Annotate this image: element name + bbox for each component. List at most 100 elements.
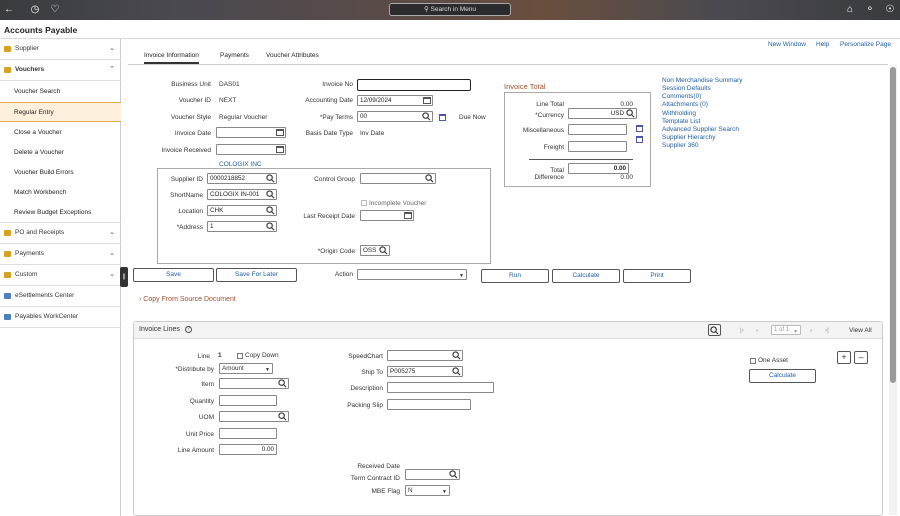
copy-down-checkbox[interactable] [237, 353, 243, 359]
action-select[interactable]: ▼ [357, 269, 467, 280]
one-asset-checkbox[interactable] [750, 358, 756, 364]
back-icon[interactable]: ← [2, 3, 16, 17]
copy-from-source-toggle[interactable]: › Copy From Source Document [139, 296, 236, 303]
freight-field[interactable] [568, 141, 627, 152]
print-button[interactable]: Print [623, 269, 691, 283]
search-icon[interactable] [422, 112, 431, 121]
miscellaneous-field[interactable] [568, 124, 627, 135]
sidebar-item-review-budget-exceptions[interactable]: Review Budget Exceptions [0, 203, 121, 223]
find-in-grid-button[interactable] [708, 324, 721, 336]
calculate-button[interactable]: Calculate [552, 269, 620, 283]
tab-payments[interactable]: Payments [220, 52, 249, 59]
save-button[interactable]: Save [133, 268, 214, 282]
search-icon[interactable] [626, 109, 635, 118]
supplier-360-link[interactable]: Supplier 360 [662, 142, 699, 149]
invoice-received-field[interactable] [216, 144, 286, 155]
unit-price-field[interactable] [219, 428, 277, 439]
sidebar-group-supplier[interactable]: Supplier ⌄ [0, 39, 121, 60]
line-calculate-button[interactable]: Calculate [749, 369, 816, 383]
personalize-page-link[interactable]: Personalize Page [840, 41, 891, 48]
run-button[interactable]: Run [481, 269, 549, 283]
next-page-icon[interactable]: › [810, 327, 812, 334]
history-icon[interactable]: ◷ [28, 3, 42, 17]
ship-to-field[interactable]: P005275 [387, 366, 463, 377]
favorites-icon[interactable]: ♡ [48, 3, 62, 17]
search-icon[interactable] [449, 470, 458, 479]
save-for-later-button[interactable]: Save For Later [216, 268, 297, 282]
incomplete-voucher-checkbox[interactable] [361, 200, 367, 206]
search-icon[interactable] [266, 190, 275, 199]
tab-voucher-attributes[interactable]: Voucher Attributes [266, 52, 319, 59]
quantity-field[interactable] [219, 395, 277, 406]
search-icon[interactable] [425, 174, 434, 183]
search-icon[interactable] [278, 379, 287, 388]
scrollbar-thumb[interactable] [890, 67, 896, 383]
first-page-icon[interactable]: |‹ [740, 327, 744, 334]
packing-slip-field[interactable] [387, 399, 471, 410]
supplier-hierarchy-link[interactable]: Supplier Hierarchy [662, 134, 715, 141]
pay-terms-calendar-icon[interactable] [439, 114, 446, 121]
origin-code-field[interactable]: OSS [360, 245, 390, 256]
item-field[interactable] [219, 378, 289, 389]
comments-link[interactable]: Comments(0) [662, 93, 701, 100]
location-field[interactable]: CHK [207, 205, 277, 216]
sidebar-item-voucher-build-errors[interactable]: Voucher Build Errors [0, 163, 121, 183]
search-icon[interactable] [379, 246, 388, 255]
calendar-icon[interactable] [423, 97, 431, 104]
tab-invoice-information[interactable]: Invoice Information [144, 52, 199, 64]
attachments-link[interactable]: Attachments (0) [662, 101, 708, 108]
supplier-id-field[interactable]: 0000218852 [207, 173, 277, 184]
search-icon[interactable] [452, 367, 461, 376]
search-menu-input[interactable]: ⚲ Search in Menu [389, 3, 511, 16]
view-all-link[interactable]: View All [849, 327, 872, 334]
currency-field[interactable]: USD [568, 108, 637, 119]
supplier-name-link[interactable]: COLOGIX INC [219, 161, 262, 168]
withholding-link[interactable]: Withholding [662, 110, 696, 117]
sidebar-item-regular-entry[interactable]: Regular Entry [0, 102, 121, 122]
calendar-icon[interactable] [404, 212, 412, 219]
search-icon[interactable] [278, 412, 287, 421]
navigator-icon[interactable]: ☉ [883, 3, 897, 17]
session-defaults-link[interactable]: Session Defaults [662, 85, 711, 92]
collapse-sidebar-handle[interactable]: || [120, 267, 128, 287]
home-icon[interactable]: ⌂ [843, 3, 857, 17]
uom-field[interactable] [219, 411, 289, 422]
invoice-no-field[interactable] [357, 79, 471, 91]
accounting-date-field[interactable]: 12/09/2024 [357, 95, 433, 106]
distribute-by-select[interactable]: Amount ▼ [219, 363, 273, 374]
notifications-icon[interactable]: ⚬ [863, 3, 877, 17]
template-list-link[interactable]: Template List [662, 118, 700, 125]
help-icon[interactable]: ? [185, 326, 192, 333]
page-scrollbar[interactable] [889, 65, 897, 515]
sidebar-item-voucher-search[interactable]: Voucher Search [0, 82, 121, 102]
calendar-icon[interactable] [276, 146, 284, 153]
new-window-link[interactable]: New Window [768, 41, 806, 48]
speedchart-field[interactable] [387, 350, 463, 361]
line-amount-field[interactable]: 0.00 [219, 444, 277, 455]
sidebar-group-vouchers[interactable]: Vouchers ⌃ [0, 60, 121, 81]
term-contract-id-field[interactable] [405, 469, 460, 480]
invoice-date-field[interactable] [216, 127, 286, 138]
total-field[interactable]: 0.00 [568, 163, 629, 174]
sidebar-group-payables-workcenter[interactable]: Payables WorkCenter [0, 307, 121, 328]
sidebar-item-delete-voucher[interactable]: Delete a Voucher [0, 143, 121, 163]
sidebar-group-po-receipts[interactable]: PO and Receipts ⌄ [0, 223, 121, 244]
sidebar-item-match-workbench[interactable]: Match Workbench [0, 183, 121, 203]
advanced-supplier-search-link[interactable]: Advanced Supplier Search [662, 126, 739, 133]
last-page-icon[interactable]: ›| [825, 327, 829, 334]
delete-row-button[interactable]: – [854, 351, 868, 364]
sidebar-item-close-voucher[interactable]: Close a Voucher [0, 123, 121, 143]
page-select[interactable]: 1 of 1 ▼ [771, 325, 801, 335]
misc-detail-icon[interactable] [636, 125, 643, 132]
freight-detail-icon[interactable] [636, 136, 643, 143]
search-icon[interactable] [266, 174, 275, 183]
address-field[interactable]: 1 [207, 221, 277, 232]
non-merchandise-summary-link[interactable]: Non Merchandise Summary [662, 77, 743, 84]
calendar-icon[interactable] [276, 129, 284, 136]
control-group-field[interactable] [360, 173, 436, 184]
description-field[interactable] [387, 382, 494, 393]
add-row-button[interactable]: + [837, 351, 851, 364]
shortname-field[interactable]: COLOGIX IN-001 [207, 189, 277, 200]
search-icon[interactable] [266, 222, 275, 231]
sidebar-group-payments[interactable]: Payments ⌄ [0, 244, 121, 265]
